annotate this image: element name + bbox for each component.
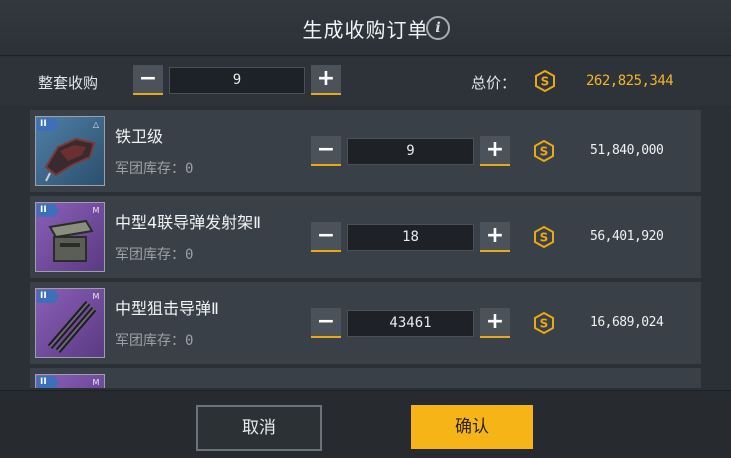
bulk-quantity-input[interactable]: 9	[169, 67, 305, 94]
coin-icon: S	[534, 312, 554, 334]
coin-icon: S	[534, 140, 554, 162]
svg-text:S: S	[541, 75, 550, 89]
item-stock: 军团库存：0	[115, 330, 193, 350]
item-quantity-input[interactable]: 9	[347, 138, 474, 165]
stock-label: 军团库存：	[115, 247, 185, 263]
item-plus-button[interactable]: +	[480, 136, 510, 166]
stock-value: 0	[185, 161, 194, 177]
list-item: II M 中型狙击导弹Ⅱ 军团库存：0 − 43461 + S 16,689,0…	[30, 282, 701, 364]
item-stock: 军团库存：0	[115, 158, 193, 178]
tier-badge: II	[37, 118, 59, 131]
item-quantity-input[interactable]: 18	[347, 224, 474, 251]
stock-label: 军团库存：	[115, 333, 185, 349]
list-item: II M 中型4联导弹发射架Ⅱ 军团库存：0 − 18 + S 56,401,9…	[30, 196, 701, 278]
item-name: 中型狙击导弹Ⅱ	[115, 299, 219, 318]
coin-icon: S	[535, 70, 555, 92]
bulk-plus-button[interactable]: +	[311, 65, 341, 95]
list-item: II M	[30, 368, 701, 388]
item-price: 56,401,920	[590, 229, 664, 244]
size-badge: M	[92, 378, 100, 387]
item-price: 51,840,000	[590, 143, 664, 158]
bulk-purchase-label: 整套收购	[38, 74, 99, 92]
item-quantity-input[interactable]: 43461	[347, 310, 474, 337]
cancel-button[interactable]: 取消	[196, 405, 322, 451]
item-minus-button[interactable]: −	[311, 308, 341, 338]
item-name: 中型4联导弹发射架Ⅱ	[115, 213, 262, 232]
item-list[interactable]: II △ 铁卫级 军团库存：0 − 9 + S 51,840,000 II M …	[30, 110, 701, 388]
ship-class-badge: △	[92, 120, 100, 129]
svg-text:S: S	[540, 317, 549, 331]
item-stock: 军团库存：0	[115, 244, 193, 264]
confirm-button[interactable]: 确认	[411, 405, 533, 449]
item-plus-button[interactable]: +	[480, 222, 510, 252]
total-price-label: 总价：	[471, 74, 517, 92]
tier-badge: II	[37, 290, 59, 303]
stock-label: 军团库存：	[115, 161, 185, 177]
stock-value: 0	[185, 247, 194, 263]
list-item: II △ 铁卫级 军团库存：0 − 9 + S 51,840,000	[30, 110, 701, 192]
dialog-footer: 取消 确认	[0, 390, 731, 458]
size-badge: M	[92, 206, 100, 215]
bulk-minus-button[interactable]: −	[133, 65, 163, 95]
coin-icon: S	[534, 226, 554, 248]
total-price-value: 262,825,344	[586, 73, 674, 89]
svg-text:S: S	[540, 231, 549, 245]
size-badge: M	[92, 292, 100, 301]
dialog-header: 生成收购订单 i	[0, 0, 731, 56]
item-plus-button[interactable]: +	[480, 308, 510, 338]
item-minus-button[interactable]: −	[311, 222, 341, 252]
stock-value: 0	[185, 333, 194, 349]
tier-badge: II	[37, 204, 59, 217]
dialog-title: 生成收购订单	[302, 18, 429, 42]
tier-badge: II	[37, 376, 59, 388]
item-thumbnail: II M	[35, 202, 105, 272]
item-name: 铁卫级	[115, 127, 164, 146]
info-icon[interactable]: i	[426, 16, 450, 40]
item-thumbnail: II M	[35, 374, 105, 388]
svg-text:S: S	[540, 145, 549, 159]
item-minus-button[interactable]: −	[311, 136, 341, 166]
item-thumbnail: II M	[35, 288, 105, 358]
item-price: 16,689,024	[590, 315, 664, 330]
item-thumbnail: II △	[35, 116, 105, 186]
